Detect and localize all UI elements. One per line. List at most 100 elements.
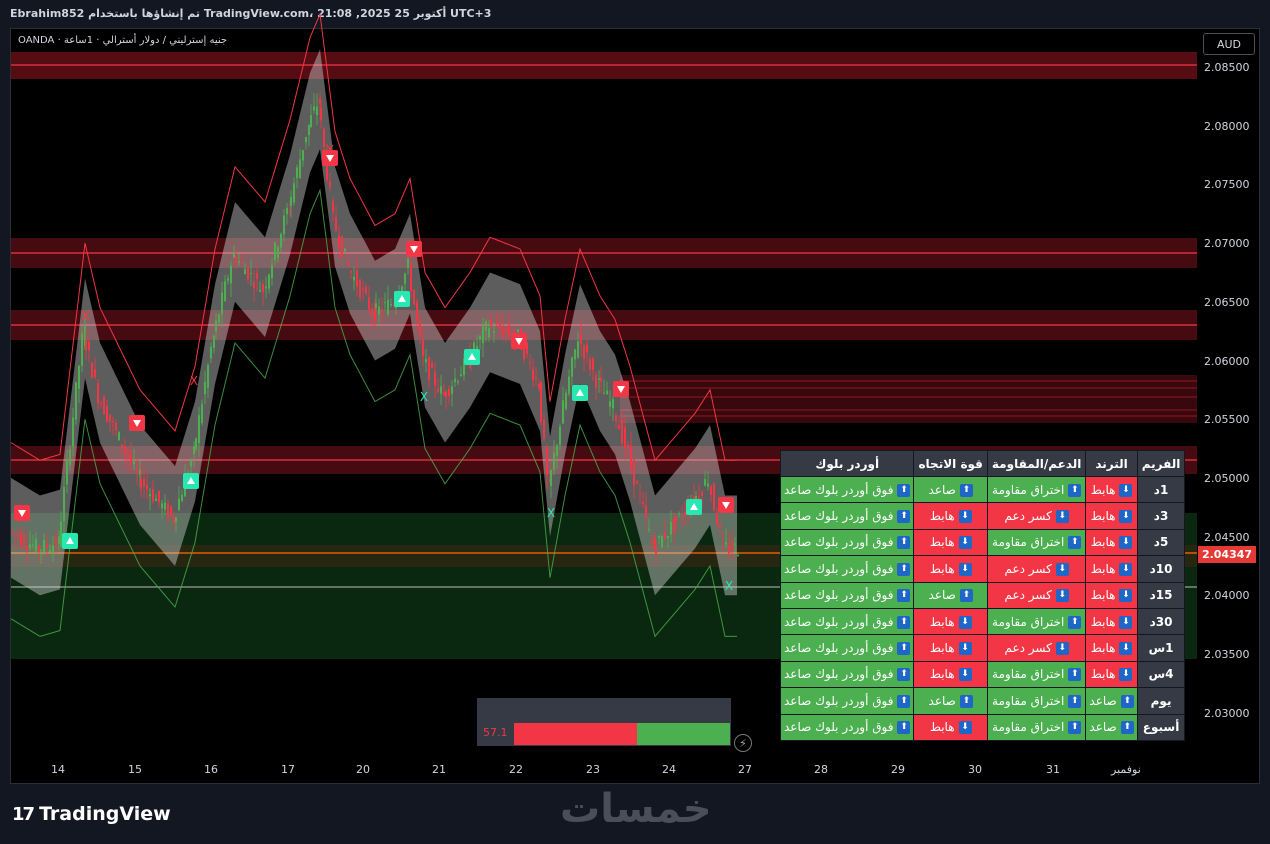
cell-sr: ⬇كسر دعم — [986, 555, 1087, 583]
candle-body — [499, 322, 501, 330]
candle-body — [667, 535, 669, 538]
cell-text: 5د — [1153, 535, 1169, 550]
cell-ob: ⬆فوق أوردر بلوك صاعد — [779, 555, 915, 583]
cell-strength: ⬇هابط — [913, 555, 988, 583]
price-tick-label: 2.08500 — [1204, 61, 1250, 74]
candle-body — [280, 233, 282, 248]
candle-body — [618, 425, 620, 430]
cell-text: صاعد — [928, 693, 956, 708]
cell-text: فوق أوردر بلوك صاعد — [784, 693, 894, 708]
cell-ob: ⬆فوق أوردر بلوك صاعد — [779, 607, 915, 636]
cell-sr: ⬇كسر دعم — [986, 581, 1087, 609]
candle-body — [58, 536, 60, 545]
cell-text: فوق أوردر بلوك صاعد — [784, 588, 894, 603]
cell-ob: ⬆فوق أوردر بلوك صاعد — [779, 502, 915, 530]
arrow-down-icon: ⬇ — [958, 615, 972, 629]
cell-text: فوق أوردر بلوك صاعد — [784, 535, 894, 550]
candle-body — [621, 419, 623, 444]
cell-strength: ⬆صاعد — [913, 475, 988, 504]
candle-body — [673, 519, 675, 532]
candle-body — [538, 383, 540, 389]
candle-body — [574, 349, 576, 360]
cell-trend: ⬆صاعد — [1085, 687, 1138, 715]
cell-text: اختراق مقاومة — [992, 720, 1065, 735]
cell-trend: ⬇هابط — [1085, 607, 1138, 636]
candle-body — [508, 324, 510, 336]
candle-body — [250, 272, 252, 274]
arrow-up-icon: ⬆ — [897, 615, 911, 629]
candle-body — [615, 415, 617, 422]
candle-body — [505, 327, 507, 332]
bull-percent: 42.9 — [702, 726, 728, 739]
x-marker-label: X — [420, 390, 428, 404]
arrow-up-icon: ⬆ — [1120, 694, 1134, 708]
time-tick-label: 14 — [51, 763, 65, 776]
candle-body — [630, 445, 632, 467]
arrow-down-icon: ⬇ — [1119, 642, 1133, 656]
arrow-up-icon: ⬆ — [1120, 721, 1134, 735]
cell-frame: 4س — [1136, 660, 1186, 689]
candle-body — [440, 386, 442, 394]
candle-body — [606, 390, 608, 395]
candle-body — [639, 494, 641, 496]
candle-body — [290, 196, 292, 206]
candle-body — [215, 320, 217, 332]
candle-body — [256, 273, 258, 279]
cell-text: اختراق مقاومة — [992, 535, 1065, 550]
arrow-down-icon: ⬇ — [1055, 562, 1069, 576]
candle-body — [88, 341, 90, 351]
candle-body — [725, 542, 727, 545]
arrow-down-icon: ⬇ — [1119, 562, 1133, 576]
cell-frame: 3د — [1136, 502, 1186, 530]
cell-strength: ⬆صاعد — [913, 687, 988, 715]
candle-body — [320, 108, 322, 121]
candle-body — [664, 532, 666, 539]
cell-text: هابط — [929, 509, 955, 524]
arrow-up-icon: ⬆ — [897, 721, 911, 735]
candle-body — [529, 361, 531, 364]
time-tick-label: 17 — [281, 763, 295, 776]
arrow-up-icon: ⬆ — [1068, 615, 1082, 629]
cell-text: هابط — [1090, 535, 1116, 550]
arrow-up-icon: ⬆ — [1068, 483, 1082, 497]
currency-button[interactable]: AUD — [1203, 33, 1255, 55]
candle-body — [149, 494, 151, 497]
candle-body — [684, 512, 686, 516]
symbol-label[interactable]: جنيه إسترليني / دولار أسترالي · 1ساعة · … — [18, 35, 227, 46]
candle-body — [553, 452, 555, 471]
candle-body — [60, 521, 62, 547]
candle-body — [221, 292, 223, 315]
candle-body — [193, 446, 195, 455]
candle-body — [81, 333, 83, 366]
cell-ob: ⬆فوق أوردر بلوك صاعد — [779, 660, 915, 689]
candle-body — [716, 512, 718, 526]
candle-body — [448, 388, 450, 397]
candle-body — [20, 533, 22, 546]
candle-body — [40, 550, 42, 552]
candle-body — [502, 328, 504, 337]
candle-body — [451, 386, 453, 394]
table-row: 1د ⬇هابط ⬆اختراق مقاومة ⬆صاعد ⬆فوق أوردر بلو… — [779, 475, 1186, 504]
candle-body — [121, 444, 123, 449]
lightning-icon[interactable]: ⚡ — [734, 734, 752, 752]
candle-body — [11, 530, 13, 532]
arrow-up-icon: ⬆ — [897, 694, 911, 708]
arrow-up-icon: ⬆ — [897, 562, 911, 576]
cell-sr: ⬆اختراق مقاومة — [986, 713, 1087, 741]
candle-body — [556, 445, 558, 457]
candle-body — [310, 115, 312, 127]
cell-text: صاعد — [1089, 720, 1117, 735]
candle-body — [565, 392, 567, 409]
candle-body — [190, 461, 192, 467]
table-row: 4س ⬇هابط ⬆اختراق مقاومة ⬇هابط ⬆فوق أوردر بلو… — [779, 660, 1186, 689]
candle-body — [241, 260, 243, 263]
candle-body — [143, 478, 145, 487]
candle-body — [224, 281, 226, 301]
arrow-down-icon: ⬇ — [1055, 589, 1069, 603]
candle-body — [124, 446, 126, 454]
candle-body — [127, 450, 129, 459]
cell-frame: أسبوع — [1136, 713, 1186, 741]
time-tick-label: 30 — [968, 763, 982, 776]
candle-body — [428, 357, 430, 380]
last-price-badge: 2.04347 — [1198, 546, 1256, 563]
